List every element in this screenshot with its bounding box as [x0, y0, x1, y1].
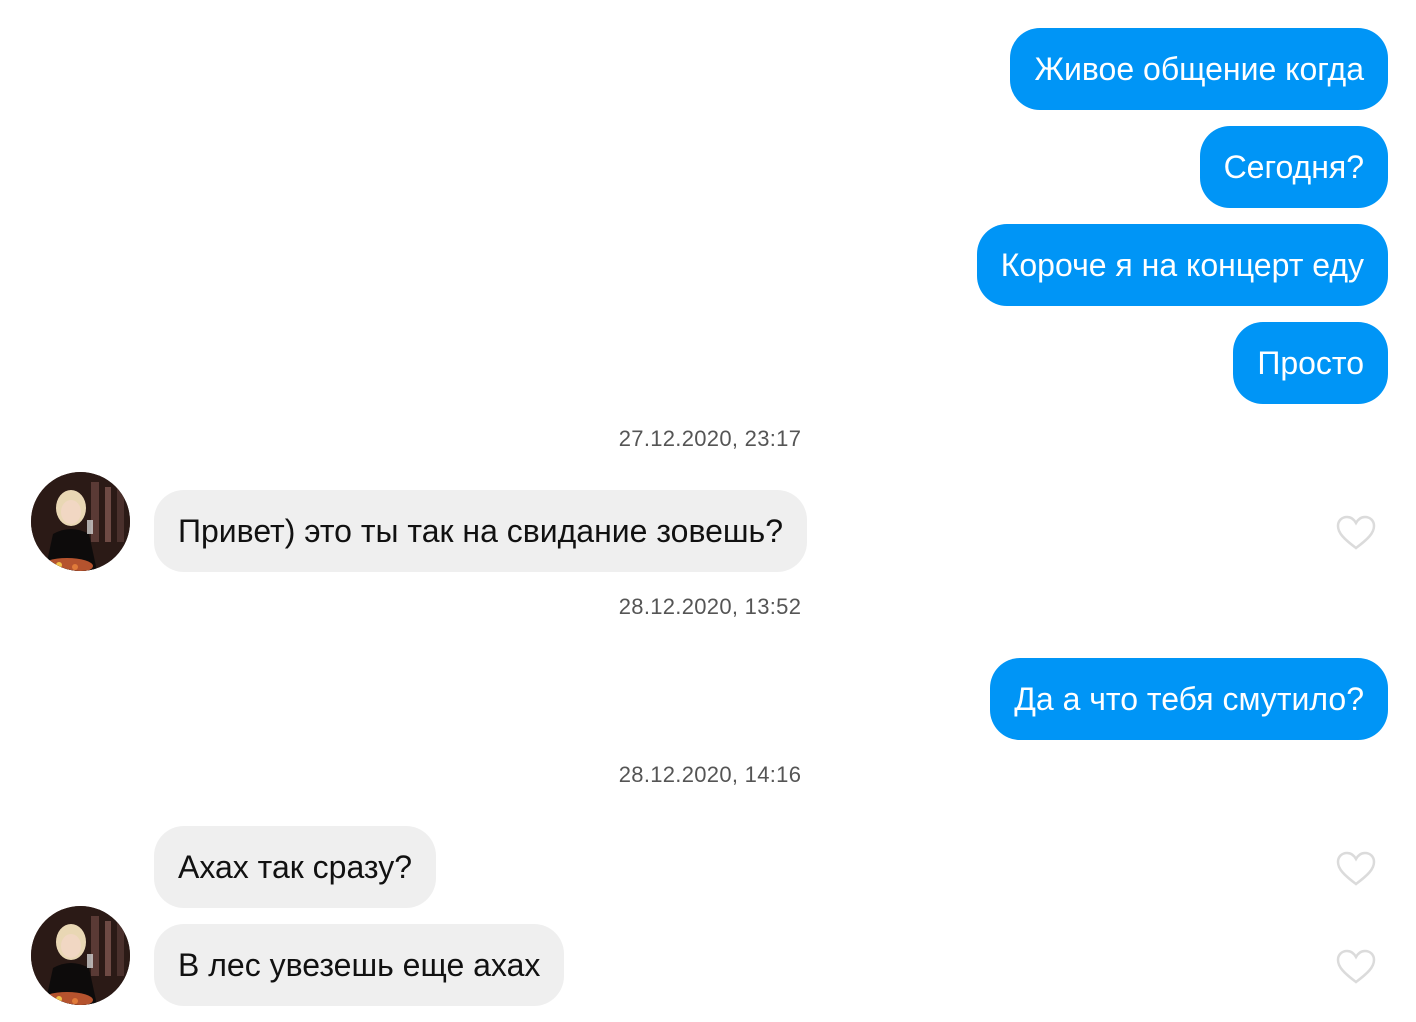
outgoing-message[interactable]: Сегодня?: [1199, 126, 1388, 208]
heart-outline-icon[interactable]: [1336, 949, 1376, 985]
incoming-message[interactable]: Ахах так сразу?: [154, 826, 436, 908]
incoming-message[interactable]: Привет) это ты так на свидание зовешь?: [154, 490, 808, 572]
message-timestamp: 28.12.2020, 14:16: [618, 762, 802, 787]
heart-outline-icon[interactable]: [1336, 851, 1376, 887]
chat-thread: Живое общение когда Сегодня? Короче я на…: [0, 0, 1416, 1022]
message-timestamp: 28.12.2020, 13:52: [618, 594, 802, 619]
outgoing-message[interactable]: Короче я на концерт еду: [976, 224, 1388, 306]
outgoing-message[interactable]: Да а что тебя смутило?: [990, 658, 1388, 740]
message-timestamp: 27.12.2020, 23:17: [618, 426, 802, 451]
contact-avatar[interactable]: [31, 472, 130, 571]
outgoing-message[interactable]: Просто: [1233, 322, 1388, 404]
heart-outline-icon[interactable]: [1336, 515, 1376, 551]
outgoing-message[interactable]: Живое общение когда: [1010, 28, 1388, 110]
contact-avatar[interactable]: [31, 906, 130, 1005]
incoming-message[interactable]: В лес увезешь еще ахах: [154, 924, 565, 1006]
